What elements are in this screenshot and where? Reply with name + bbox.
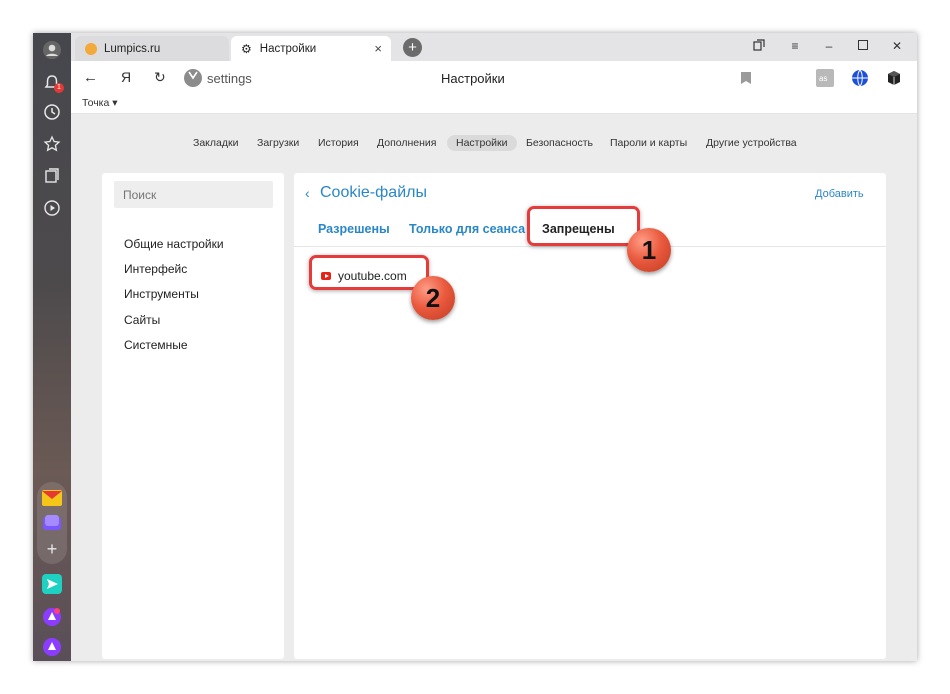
history-clock-icon[interactable] bbox=[40, 100, 64, 124]
close-window-icon[interactable]: ✕ bbox=[889, 39, 905, 53]
mail-app-icon[interactable] bbox=[40, 486, 64, 510]
messenger-app-icon[interactable] bbox=[40, 511, 64, 535]
notification-count-badge: 1 bbox=[54, 83, 64, 93]
svg-text:as: as bbox=[819, 74, 827, 83]
url-text[interactable]: settings bbox=[207, 71, 252, 86]
menu-hamburger-icon[interactable]: ≡ bbox=[787, 39, 803, 53]
settings-sidebar: Общие настройки Интерфейс Инструменты Са… bbox=[102, 173, 284, 659]
tab-manager-icon[interactable] bbox=[751, 39, 767, 54]
back-chevron-icon[interactable]: ‹ bbox=[305, 185, 310, 201]
alice-assistant-icon[interactable] bbox=[40, 635, 64, 659]
menu-general[interactable]: Общие настройки bbox=[124, 237, 224, 251]
new-tab-button[interactable]: + bbox=[403, 38, 422, 57]
page-title: Настройки bbox=[441, 71, 505, 86]
back-arrow-icon[interactable]: ← bbox=[83, 69, 98, 86]
bookmarks-star-icon[interactable] bbox=[40, 132, 64, 156]
panel-title: Cookie-файлы bbox=[320, 184, 427, 201]
menu-tools[interactable]: Инструменты bbox=[124, 287, 199, 301]
subtab-session-only[interactable]: Только для сеанса bbox=[409, 222, 525, 236]
menu-system[interactable]: Системные bbox=[124, 338, 188, 352]
vpn-globe-icon[interactable] bbox=[851, 69, 869, 87]
profile-icon[interactable] bbox=[40, 38, 64, 62]
site-security-icon[interactable] bbox=[184, 69, 202, 87]
sidebar-strip: 1 + bbox=[33, 33, 71, 661]
collections-icon[interactable] bbox=[40, 164, 64, 188]
minimize-window-icon[interactable]: – bbox=[821, 39, 837, 53]
media-play-icon[interactable] bbox=[40, 196, 64, 220]
topnav-bookmarks[interactable]: Закладки bbox=[193, 137, 238, 149]
topnav-passwords[interactable]: Пароли и карты bbox=[610, 137, 687, 149]
lastfm-extension-icon[interactable]: as bbox=[816, 69, 834, 87]
settings-content: Закладки Загрузки История Дополнения Нас… bbox=[71, 114, 917, 661]
tab-settings[interactable]: ⚙ Настройки × bbox=[231, 36, 391, 61]
tab-lumpics[interactable]: Lumpics.ru bbox=[75, 36, 229, 61]
menu-sites[interactable]: Сайты bbox=[124, 313, 160, 327]
yandex-logo-icon[interactable]: Я bbox=[121, 69, 131, 85]
step-badge-1: 1 bbox=[627, 228, 671, 272]
reload-icon[interactable]: ↻ bbox=[154, 69, 166, 86]
close-tab-icon[interactable]: × bbox=[374, 41, 382, 56]
tab-bar: Lumpics.ru ⚙ Настройки × + ≡ – ✕ bbox=[71, 33, 917, 61]
settings-top-nav: Закладки Загрузки История Дополнения Нас… bbox=[71, 134, 917, 156]
menu-interface[interactable]: Интерфейс bbox=[124, 262, 187, 276]
extension-cube-icon[interactable] bbox=[885, 69, 903, 87]
divider bbox=[294, 246, 886, 247]
topnav-other-devices[interactable]: Другие устройства bbox=[706, 137, 797, 149]
notifications-bell-icon[interactable]: 1 bbox=[40, 71, 64, 95]
topnav-security[interactable]: Безопасность bbox=[526, 137, 593, 149]
tab-label: Lumpics.ru bbox=[104, 42, 161, 55]
highlight-box-site bbox=[309, 255, 429, 290]
maximize-window-icon[interactable] bbox=[855, 39, 871, 53]
bookmark-flag-icon[interactable] bbox=[737, 69, 755, 87]
topnav-downloads[interactable]: Загрузки bbox=[257, 137, 299, 149]
cookies-panel: ‹ Cookie-файлы Добавить Разрешены Только… bbox=[294, 173, 886, 659]
step-badge-2: 2 bbox=[411, 276, 455, 320]
browser-window: 1 + Lumpics.ru ⚙ Настройки × + ≡ – ✕ ← Я… bbox=[33, 33, 917, 661]
alice-shopping-icon[interactable] bbox=[40, 605, 64, 629]
topnav-extensions[interactable]: Дополнения bbox=[377, 137, 436, 149]
topnav-history[interactable]: История bbox=[318, 137, 359, 149]
address-bar: ← Я ↻ settings Настройки as Точка ▾ bbox=[71, 61, 917, 114]
tab-label: Настройки bbox=[259, 42, 317, 55]
search-input[interactable] bbox=[114, 181, 273, 208]
send-app-icon[interactable] bbox=[40, 572, 64, 596]
topnav-settings[interactable]: Настройки bbox=[447, 135, 517, 151]
gear-icon: ⚙ bbox=[241, 41, 252, 56]
add-button[interactable]: Добавить bbox=[815, 188, 864, 200]
lumpics-favicon-icon bbox=[85, 42, 97, 55]
bookmarks-bar-folder[interactable]: Точка ▾ bbox=[82, 97, 118, 109]
subtab-allowed[interactable]: Разрешены bbox=[318, 222, 390, 236]
add-app-plus-icon[interactable]: + bbox=[40, 537, 64, 561]
highlight-box-blocked-tab bbox=[527, 206, 640, 246]
